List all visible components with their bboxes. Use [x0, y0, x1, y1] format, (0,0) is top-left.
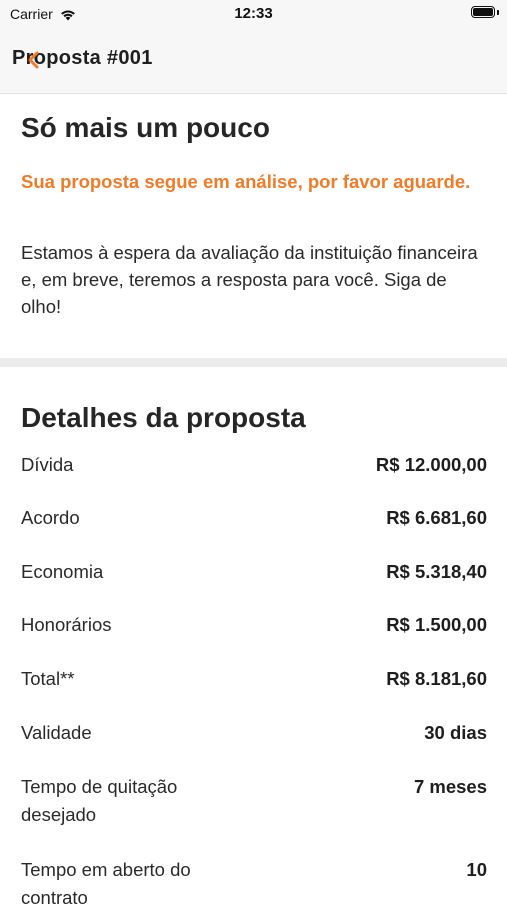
- detail-row-total: Total** R$ 8.181,60: [21, 665, 487, 693]
- detail-row-divida: Dívida R$ 12.000,00: [21, 451, 487, 479]
- detail-label: Validade: [21, 722, 92, 743]
- detail-label: Tempo em aberto do contrato: [21, 859, 191, 908]
- detail-row-tempo-aberto: Tempo em aberto do contrato 10: [21, 856, 487, 912]
- proposal-status-section: Só mais um pouco Sua proposta segue em a…: [0, 94, 507, 358]
- detail-label: Honorários: [21, 614, 112, 635]
- section-divider: [0, 358, 507, 367]
- chevron-left-icon[interactable]: [24, 50, 44, 70]
- navigation-bar: Proposta #001: [0, 28, 507, 94]
- status-description: Estamos à espera da avaliação da institu…: [21, 242, 478, 317]
- status-heading: Só mais um pouco: [21, 112, 270, 143]
- detail-value: R$ 5.318,40: [386, 561, 487, 582]
- detail-row-validade: Validade 30 dias: [21, 719, 487, 747]
- details-heading: Detalhes da proposta: [21, 402, 306, 433]
- battery-icon: [471, 6, 495, 18]
- detail-label: Total**: [21, 668, 75, 689]
- battery-tip: [497, 10, 499, 15]
- detail-row-acordo: Acordo R$ 6.681,60: [21, 504, 487, 532]
- detail-label: Dívida: [21, 454, 74, 475]
- status-subtitle: Sua proposta segue em análise, por favor…: [21, 171, 471, 192]
- detail-label: Economia: [21, 561, 104, 582]
- detail-row-honorarios: Honorários R$ 1.500,00: [21, 611, 487, 639]
- detail-row-tempo-quitacao: Tempo de quitação desejado 7 meses: [21, 773, 487, 829]
- detail-label: Acordo: [21, 507, 80, 528]
- detail-value: 7 meses: [413, 776, 487, 797]
- detail-value: 30 dias: [424, 722, 487, 743]
- clock: 12:33: [234, 5, 273, 22]
- detail-value: R$ 8.181,60: [386, 668, 487, 689]
- detail-value: R$ 1.500,00: [386, 614, 487, 635]
- detail-value: 10: [466, 859, 487, 880]
- detail-value: R$ 6.681,60: [386, 507, 487, 528]
- status-bar: Carrier 12:33: [0, 0, 507, 28]
- detail-value: R$ 12.000,00: [375, 454, 487, 475]
- detail-label: Tempo de quitação desejado: [21, 776, 178, 825]
- detail-row-economia: Economia R$ 5.318,40: [21, 558, 487, 586]
